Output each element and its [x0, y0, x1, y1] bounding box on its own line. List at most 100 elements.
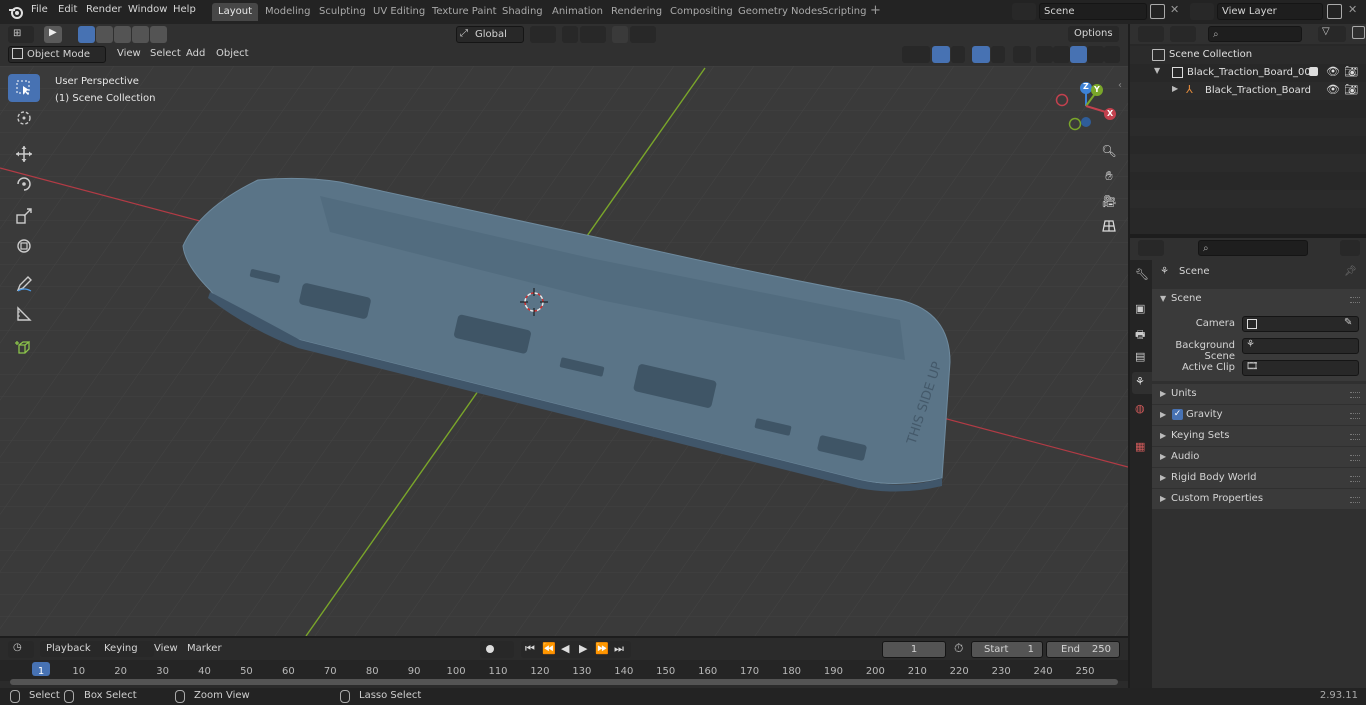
- outliner-editor-type-button[interactable]: [1138, 26, 1164, 42]
- show-overlays-toggle[interactable]: [972, 46, 990, 63]
- pivot-point-dropdown[interactable]: [530, 26, 556, 43]
- stopwatch-icon[interactable]: ⏱: [954, 641, 963, 656]
- shading-material-button[interactable]: [1070, 46, 1087, 63]
- menu-render[interactable]: Render: [86, 4, 122, 15]
- active-clip-field[interactable]: [1242, 360, 1359, 376]
- jump-start-icon[interactable]: ⏮: [525, 642, 535, 656]
- units-panel-header[interactable]: ▶ Units: [1152, 384, 1366, 404]
- outliner-search-input[interactable]: ⌕: [1208, 26, 1302, 42]
- cursor-tool[interactable]: [8, 104, 40, 132]
- properties-editor-type-button[interactable]: [1138, 240, 1164, 256]
- filter-dropdown[interactable]: ▽: [1318, 26, 1346, 42]
- drag-handle-icon[interactable]: [1350, 476, 1360, 482]
- select-box-tool[interactable]: [8, 74, 40, 102]
- scale-tool[interactable]: [8, 202, 40, 230]
- select-intersect-button[interactable]: [150, 26, 167, 43]
- viewport-menu-view[interactable]: View: [113, 46, 145, 62]
- measure-tool[interactable]: [8, 300, 40, 328]
- overlays-dropdown[interactable]: [991, 46, 1005, 63]
- tool-tab-icon[interactable]: 🔧︎: [1135, 268, 1149, 281]
- new-scene-icon[interactable]: [1150, 4, 1165, 19]
- output-tab-icon[interactable]: 🖶︎: [1135, 326, 1145, 345]
- shading-options-dropdown[interactable]: [1104, 46, 1120, 63]
- proportional-falloff-dropdown[interactable]: [630, 26, 656, 43]
- zoom-view-button[interactable]: 🔍︎: [1098, 140, 1120, 162]
- new-collection-icon[interactable]: [1352, 26, 1365, 39]
- move-tool[interactable]: [8, 140, 40, 168]
- snap-target-dropdown[interactable]: [580, 26, 606, 43]
- drag-handle-icon[interactable]: [1350, 434, 1360, 440]
- tab-shading[interactable]: Shading: [496, 3, 549, 21]
- add-workspace-icon[interactable]: +: [870, 4, 881, 18]
- properties-options-dropdown[interactable]: [1340, 240, 1360, 256]
- play-reverse-icon[interactable]: ◀: [561, 642, 569, 655]
- transform-tool[interactable]: [8, 232, 40, 260]
- background-scene-field[interactable]: [1242, 338, 1359, 354]
- tab-modeling[interactable]: Modeling: [259, 3, 317, 21]
- jump-keyframe-back-icon[interactable]: ⏪: [542, 642, 556, 655]
- 3d-viewport[interactable]: THIS SIDE UP Z Y X User Perspective (1) …: [0, 66, 1128, 636]
- shading-wireframe-button[interactable]: [1036, 46, 1053, 63]
- play-icon[interactable]: ▶: [579, 642, 587, 655]
- tweak-tool-button[interactable]: ▶: [44, 26, 62, 43]
- tab-compositing[interactable]: Compositing: [664, 3, 739, 21]
- display-mode-dropdown[interactable]: [1170, 26, 1196, 42]
- auto-keying-toggle[interactable]: [480, 641, 514, 658]
- close-scene-icon[interactable]: ✕: [1170, 3, 1179, 16]
- select-extend-button[interactable]: [96, 26, 113, 43]
- shading-solid-button[interactable]: [1053, 46, 1070, 63]
- start-frame-field[interactable]: Start 1: [971, 641, 1043, 658]
- snap-toggle[interactable]: [562, 26, 578, 43]
- tab-uv-editing[interactable]: UV Editing: [367, 3, 431, 21]
- scene-section-header[interactable]: ▼ Scene: [1152, 289, 1366, 309]
- viewport-menu-object[interactable]: Object: [212, 46, 253, 62]
- tab-scripting[interactable]: Scripting: [816, 3, 872, 21]
- drag-handle-icon[interactable]: [1350, 497, 1360, 503]
- select-new-button[interactable]: [78, 26, 95, 43]
- timeline-view-menu[interactable]: View: [150, 641, 182, 657]
- exclude-checkbox[interactable]: [1309, 67, 1318, 76]
- add-cube-tool[interactable]: [8, 334, 40, 362]
- texture-tab-icon[interactable]: ▦: [1135, 440, 1145, 453]
- blender-logo-icon[interactable]: [8, 4, 24, 23]
- view-layer-field[interactable]: View Layer: [1217, 3, 1323, 20]
- jump-keyframe-forward-icon[interactable]: ⏩: [595, 642, 609, 655]
- render-camera-icon[interactable]: 📷︎: [1344, 65, 1358, 78]
- pan-view-button[interactable]: ✋︎: [1098, 165, 1120, 187]
- close-view-layer-icon[interactable]: ✕: [1348, 3, 1357, 16]
- menu-file[interactable]: File: [31, 4, 48, 15]
- rotate-tool[interactable]: [8, 170, 40, 198]
- view-layer-selector-button[interactable]: [1190, 3, 1214, 20]
- end-frame-field[interactable]: End 250: [1046, 641, 1120, 658]
- jump-end-icon[interactable]: ⏭: [614, 642, 624, 656]
- menu-window[interactable]: Window: [128, 4, 167, 15]
- render-camera-icon[interactable]: 📷︎: [1344, 83, 1358, 96]
- options-dropdown[interactable]: Options: [1068, 26, 1119, 42]
- scene-name-field[interactable]: Scene: [1039, 3, 1147, 20]
- camera-field[interactable]: [1242, 316, 1359, 332]
- audio-panel-header[interactable]: ▶ Audio: [1152, 447, 1366, 467]
- menu-edit[interactable]: Edit: [58, 4, 77, 15]
- timeline-editor-type-button[interactable]: ◷: [8, 641, 34, 658]
- editor-type-button[interactable]: ⊞: [8, 26, 34, 43]
- current-frame-field[interactable]: 1: [882, 641, 946, 658]
- expand-arrow-icon[interactable]: ▶: [1172, 84, 1178, 93]
- outliner-row-collection[interactable]: ▼ Black_Traction_Board_001 👁︎ 📷︎: [1130, 64, 1366, 82]
- eye-icon[interactable]: 👁︎: [1326, 65, 1340, 78]
- drag-handle-icon[interactable]: [1350, 455, 1360, 461]
- pin-icon[interactable]: 📌︎: [1344, 262, 1357, 282]
- rigid-body-world-panel-header[interactable]: ▶ Rigid Body World: [1152, 468, 1366, 488]
- tab-geometry-nodes[interactable]: Geometry Nodes: [732, 3, 828, 21]
- perspective-toggle-button[interactable]: [1098, 215, 1120, 237]
- timeline-scrollbar[interactable]: [10, 679, 1118, 685]
- tab-layout[interactable]: Layout: [212, 3, 258, 21]
- drag-handle-icon[interactable]: [1350, 392, 1360, 398]
- keying-sets-panel-header[interactable]: ▶ Keying Sets: [1152, 426, 1366, 446]
- tab-animation[interactable]: Animation: [546, 3, 609, 21]
- select-subtract-button[interactable]: [114, 26, 131, 43]
- gravity-checkbox[interactable]: ✓: [1172, 409, 1183, 420]
- marker-menu[interactable]: Marker: [183, 641, 226, 657]
- properties-search-input[interactable]: ⌕: [1198, 240, 1308, 256]
- tab-rendering[interactable]: Rendering: [605, 3, 668, 21]
- gravity-panel-header[interactable]: ▶ ✓ Gravity: [1152, 405, 1366, 425]
